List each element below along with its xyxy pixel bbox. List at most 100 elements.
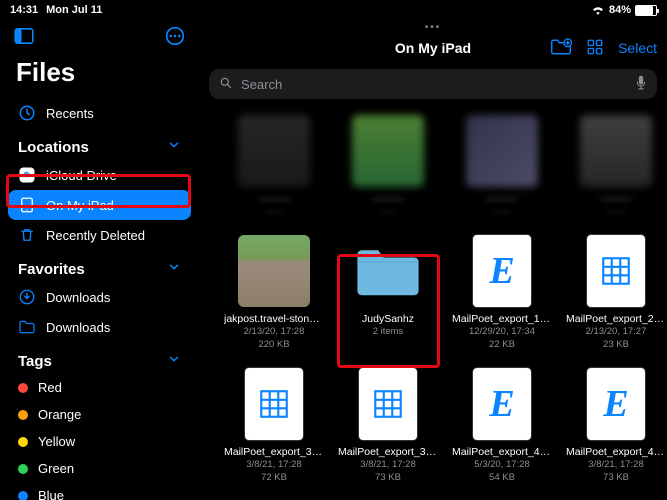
file-date: 5/3/20, 17:28 [474, 459, 529, 470]
file-name: jakpost.travel-stone-i…53335 [224, 313, 324, 325]
file-meta: —— [265, 206, 284, 217]
folder-icon [18, 318, 36, 336]
sidebar-tag-yellow[interactable]: Yellow [8, 428, 191, 455]
file-size: 23 KB [603, 339, 629, 350]
file-meta: —— [493, 206, 512, 217]
file-item-mailpoet-1[interactable]: E MailPoet_export_1fqfiv…iv4836 12/29/20… [451, 235, 553, 350]
sidebar-item-icloud[interactable]: iCloud Drive [8, 160, 191, 190]
document-icon [359, 368, 417, 440]
document-icon: E [473, 368, 531, 440]
sidebar-item-label: Recents [46, 106, 181, 121]
status-bar: 14:31 Mon Jul 11 84% [0, 0, 667, 20]
sidebar-tag-green[interactable]: Green [8, 455, 191, 482]
file-name: MailPoet_export_2dd…pw4g0 [566, 313, 666, 325]
sidebar-title: Files [8, 55, 191, 98]
file-name: JudySanhz [362, 313, 414, 325]
sidebar-item-label: Downloads [46, 290, 181, 305]
search-icon [219, 76, 233, 93]
file-date: 2/13/20, 17:27 [586, 326, 647, 337]
new-folder-icon[interactable] [550, 38, 572, 59]
icloud-icon [18, 166, 36, 184]
file-date: 3/8/21, 17:28 [246, 459, 301, 470]
sidebar-item-on-my-ipad[interactable]: On My iPad [8, 190, 191, 220]
status-time: 14:31 [10, 4, 38, 16]
file-name: MailPoet_export_491ch…opks4 [566, 446, 666, 458]
sidebar-layout-icon[interactable] [14, 28, 34, 49]
sidebar-tag-blue[interactable]: Blue [8, 482, 191, 500]
file-item-mailpoet-6[interactable]: E MailPoet_export_491ch…opks4 3/8/21, 17… [565, 368, 667, 483]
sidebar-item-label: Red [38, 380, 181, 395]
file-name: ——— [258, 193, 290, 205]
section-label: Tags [18, 353, 52, 370]
navigation-bar: On My iPad Select [199, 33, 667, 63]
file-item-jakpost[interactable]: jakpost.travel-stone-i…53335 2/13/20, 17… [223, 235, 325, 350]
chevron-down-icon [167, 260, 181, 278]
ipad-icon [18, 196, 36, 214]
file-grid: ——— —— ——— —— ——— —— ——— —— [223, 115, 667, 483]
file-date: 2/13/20, 17:28 [244, 326, 305, 337]
file-date: 12/29/20, 17:34 [469, 326, 535, 337]
sidebar-item-recents[interactable]: Recents [8, 98, 191, 128]
sidebar-item-downloads-2[interactable]: Downloads [8, 312, 191, 342]
file-size: 73 KB [375, 472, 401, 483]
section-label: Favorites [18, 261, 85, 278]
select-button[interactable]: Select [618, 40, 657, 56]
file-date: 3/8/21, 17:28 [588, 459, 643, 470]
file-item-mailpoet-5[interactable]: E MailPoet_export_4ayn…r0ock9 5/3/20, 17… [451, 368, 553, 483]
file-meta: —— [379, 206, 398, 217]
file-name: MailPoet_export_3ymh…804w0 [338, 446, 438, 458]
section-header-locations[interactable]: Locations [8, 128, 191, 160]
file-item[interactable]: ——— —— [337, 115, 439, 217]
sidebar-tag-orange[interactable]: Orange [8, 401, 191, 428]
folder-icon [352, 235, 424, 307]
file-name: MailPoet_export_1fqfiv…iv4836 [452, 313, 552, 325]
sidebar-item-recently-deleted[interactable]: Recently Deleted [8, 220, 191, 250]
file-item-mailpoet-2[interactable]: MailPoet_export_2dd…pw4g0 2/13/20, 17:27… [565, 235, 667, 350]
tag-dot-icon [18, 383, 28, 393]
search-input[interactable]: Search [209, 69, 657, 99]
sidebar-item-label: Green [38, 461, 181, 476]
chevron-down-icon [167, 138, 181, 156]
microphone-icon[interactable] [635, 75, 647, 94]
file-item-mailpoet-4[interactable]: MailPoet_export_3ymh…804w0 3/8/21, 17:28… [337, 368, 439, 483]
sidebar: Files Recents Locations iCloud Drive On … [0, 20, 199, 500]
document-icon: E [473, 235, 531, 307]
download-icon [18, 288, 36, 306]
sidebar-item-label: On My iPad [46, 198, 181, 213]
tag-dot-icon [18, 437, 28, 447]
grid-view-icon[interactable] [586, 38, 604, 59]
file-meta: 2 items [373, 326, 404, 337]
tag-dot-icon [18, 464, 28, 474]
section-label: Locations [18, 139, 89, 156]
file-meta: —— [607, 206, 626, 217]
chevron-down-icon [167, 352, 181, 370]
file-item-judysanhz[interactable]: JudySanhz 2 items [337, 235, 439, 350]
file-item[interactable]: ——— —— [223, 115, 325, 217]
wifi-icon [591, 5, 605, 15]
tag-dot-icon [18, 410, 28, 420]
section-header-favorites[interactable]: Favorites [8, 250, 191, 282]
sidebar-item-label: iCloud Drive [46, 168, 181, 183]
sidebar-item-label: Yellow [38, 434, 181, 449]
file-date: 3/8/21, 17:28 [360, 459, 415, 470]
trash-icon [18, 226, 36, 244]
section-header-tags[interactable]: Tags [8, 342, 191, 374]
file-item-mailpoet-3[interactable]: MailPoet_export_3ddli…80wu0 3/8/21, 17:2… [223, 368, 325, 483]
main-content: ••• On My iPad Select Search ——— —— [199, 20, 667, 500]
sidebar-tag-red[interactable]: Red [8, 374, 191, 401]
battery-icon [635, 5, 657, 16]
document-icon [245, 368, 303, 440]
drag-handle-icon[interactable]: ••• [199, 20, 667, 33]
sidebar-item-label: Blue [38, 488, 181, 500]
file-size: 22 KB [489, 339, 515, 350]
file-name: ——— [486, 193, 518, 205]
sidebar-item-label: Recently Deleted [46, 228, 181, 243]
file-item[interactable]: ——— —— [451, 115, 553, 217]
file-size: 220 KB [258, 339, 289, 350]
sidebar-item-downloads-1[interactable]: Downloads [8, 282, 191, 312]
page-title: On My iPad [395, 40, 471, 56]
file-size: 54 KB [489, 472, 515, 483]
more-options-icon[interactable] [165, 26, 185, 51]
file-item[interactable]: ——— —— [565, 115, 667, 217]
document-icon: E [587, 368, 645, 440]
